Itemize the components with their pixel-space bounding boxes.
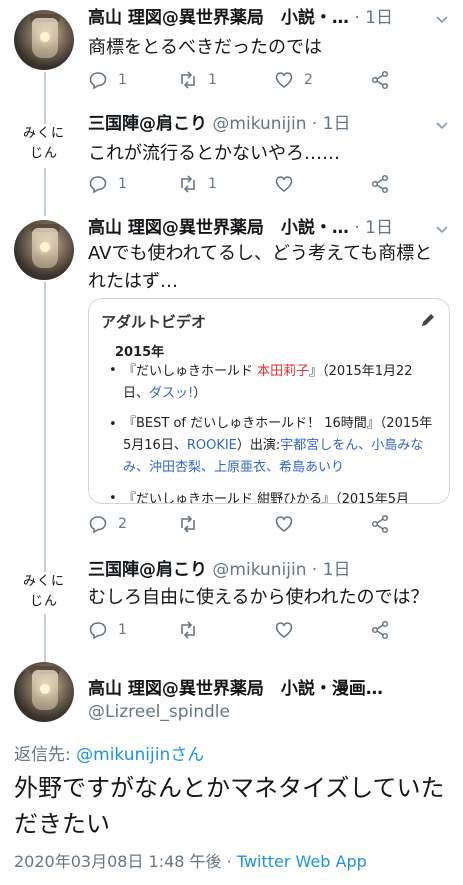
edit-icon [422,314,434,326]
source-app[interactable]: Twitter Web App [237,852,367,871]
share-button[interactable] [370,512,400,536]
reply-icon [89,622,107,640]
reply-icon [89,176,107,194]
share-icon [371,70,389,90]
tweet-actions: 1 [88,618,398,642]
like-button[interactable] [274,512,304,536]
retweet-button[interactable]: 1 [178,172,217,196]
reply-count: 2 [118,516,127,532]
separator: · [221,852,237,871]
display-name[interactable]: 三国陣@肩こり [88,114,207,134]
reply-to: 返信先: @mikunijinさん [14,740,204,765]
retweet-icon [181,515,195,533]
chevron-down-icon[interactable] [435,118,449,132]
like-button[interactable]: 2 [274,68,313,92]
card-list-item: 『だいしゅきホールド 本田莉子』（2015年1月22日、ダスッ!） [123,364,413,401]
share-icon [371,620,389,640]
reply-button[interactable]: 1 [88,68,127,92]
timestamp[interactable]: · 1日 [354,218,393,238]
timestamp[interactable]: · 1日 [312,560,351,580]
display-name[interactable]: 三国陣@肩こり [88,560,207,580]
chevron-down-icon[interactable] [435,12,449,26]
like-button[interactable] [274,172,304,196]
share-icon [371,514,389,534]
retweet-button[interactable] [178,512,208,536]
share-icon [371,174,389,194]
avatar[interactable] [14,662,74,722]
card-title: アダルトビデオ [101,313,207,331]
display-name[interactable]: 高山 理図@異世界薬局 小説・… [88,218,349,238]
tweet-text: 外野ですがなんとかマネタイズしていただきたい [14,774,445,838]
reply-count: 1 [118,72,127,88]
retweet-count: 1 [208,176,217,192]
embedded-image-card[interactable]: アダルトビデオ 2015年 • 『だいしゅきホールド 本田莉子』（2015年1月… [88,298,450,504]
timestamp[interactable]: 2020年03月08日 1:48 午後 [14,852,222,871]
avatar-label: じん [29,146,58,161]
retweet-icon [181,175,195,193]
reply-count: 1 [118,176,127,192]
retweet-icon [181,621,195,639]
share-button[interactable] [370,618,400,642]
reply-to-link[interactable]: @mikunijinさん [76,745,204,765]
avatar-label: みくに [22,574,65,589]
avatar-label: じん [29,594,58,609]
retweet-button[interactable] [178,618,208,642]
tweet[interactable]: みくに じん 三国陣@肩こり @mikunijin · 1日 これが流行るとかな… [0,110,463,214]
handle[interactable]: @mikunijin [212,560,306,580]
avatar-label: みくに [22,126,65,141]
tweet-actions: 2 [88,512,398,536]
reply-icon [89,72,107,90]
bullet: • [109,491,117,504]
reply-button[interactable]: 1 [88,172,127,196]
reply-icon [89,516,107,534]
timestamp[interactable]: · 1日 [354,8,393,28]
handle[interactable]: @Lizreel_spindle [88,702,230,722]
like-icon [275,516,293,532]
like-icon [275,622,293,638]
tweet-meta: 2020年03月08日 1:48 午後 · Twitter Web App [14,848,367,872]
tweet-text: 商標をとるべきだったのでは [88,37,322,58]
tweet-text: むしろ自由に使えるから使われたのでは？ [88,587,429,608]
tweet-header: 高山 理図@異世界薬局 小説・… · 1日 [88,6,418,30]
reply-to-label: 返信先: [14,745,77,765]
display-name[interactable]: 高山 理図@異世界薬局 小説・漫画… [88,674,383,699]
retweet-button[interactable]: 1 [178,68,217,92]
avatar[interactable]: みくに じん [14,572,74,612]
handle[interactable]: @mikunijin [212,114,306,134]
tweet-header: 三国陣@肩こり @mikunijin · 1日 [88,558,428,582]
retweet-count: 1 [208,72,217,88]
tweet-header: 高山 理図@異世界薬局 小説・… · 1日 [88,216,418,240]
bullet: • [109,417,117,432]
display-name[interactable]: 高山 理図@異世界薬局 小説・… [88,8,349,28]
share-button[interactable] [370,68,400,92]
like-icon [275,72,293,88]
tweet[interactable]: 高山 理図@異世界薬局 小説・… · 1日 商標をとるべきだったのでは 1 1 … [0,0,463,110]
card-year: 2015年 [115,345,165,360]
card-list-item: 『だいしゅきホールド 紺野ひかる』（2015年5月 [123,492,409,504]
retweet-icon [181,71,195,89]
bullet: • [109,363,117,378]
reply-button[interactable]: 2 [88,512,127,536]
card-list-item: 『BEST of だいしゅきホールド！ 16時間』（2015年5月16日、ROO… [123,416,433,475]
avatar[interactable]: みくに じん [14,124,74,164]
tweet-text: AVでも使われてるし、どう考えても商標とれたはず… [88,243,433,292]
like-count: 2 [304,72,313,88]
timestamp[interactable]: · 1日 [312,114,351,134]
tweet-text: これが流行るとかないやろ…… [88,143,340,164]
like-icon [275,176,293,192]
tweet-actions: 1 1 2 [88,68,398,92]
avatar[interactable] [14,220,74,280]
tweet[interactable]: みくに じん 三国陣@肩こり @mikunijin · 1日 むしろ自由に使える… [0,550,463,654]
chevron-down-icon[interactable] [435,222,449,236]
reply-button[interactable]: 1 [88,618,127,642]
share-button[interactable] [370,172,400,196]
avatar[interactable] [14,10,74,70]
tweet-actions: 1 1 [88,172,398,196]
like-button[interactable] [274,618,304,642]
reply-count: 1 [118,622,127,638]
tweet-header: 三国陣@肩こり @mikunijin · 1日 [88,112,428,136]
